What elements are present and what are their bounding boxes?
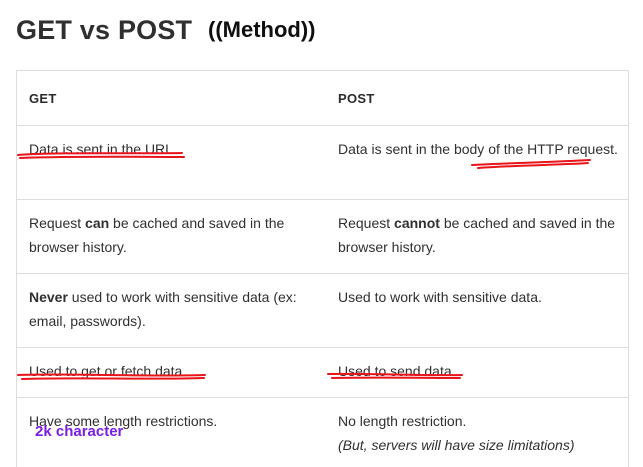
cell-emphasis: can	[85, 214, 110, 231]
table-header-row: GET POST	[17, 71, 628, 126]
post-cell: No length restriction. (But, servers will…	[326, 397, 628, 467]
cell-text: Data is sent in the URL.	[29, 140, 177, 157]
post-cell: Data is sent in the body of the HTTP req…	[326, 125, 628, 200]
page: GET vs POST ((Method)) GET POST Data is …	[0, 0, 643, 467]
cell-text: Used to send data.	[338, 362, 456, 379]
cell-text: Request	[29, 214, 86, 231]
method-annotation: ((Method))	[208, 17, 316, 42]
get-cell: Never used to work with sensitive data (…	[17, 273, 326, 348]
post-cell: Used to work with sensitive data.	[326, 273, 628, 348]
cell-text: used to work with sensitive data (ex: em…	[29, 288, 297, 329]
cell-text: No length restriction.	[338, 412, 467, 429]
comparison-table: GET POST Data is sent in the URL. Data i…	[17, 71, 628, 467]
cell-italic-note: (But, servers will have size limitations…	[338, 436, 575, 453]
page-title: GET vs POST	[16, 15, 193, 45]
get-cell: Data is sent in the URL.	[17, 125, 326, 200]
table-row: Data is sent in the URL. Data is sent in…	[17, 125, 628, 200]
cell-emphasis: cannot	[394, 214, 440, 231]
get-cell: Used to get or fetch data.	[17, 347, 326, 398]
column-header-post: POST	[326, 71, 628, 126]
cell-emphasis: Never	[29, 288, 68, 305]
table-row: Used to get or fetch data. Used to send …	[17, 347, 628, 398]
column-header-get: GET	[17, 71, 326, 126]
table-row: Never used to work with sensitive data (…	[17, 273, 628, 348]
cell-text: Used to get or fetch data.	[29, 362, 187, 379]
post-cell: Request cannot be cached and saved in th…	[326, 199, 628, 274]
cell-text: Used to work with sensitive data.	[338, 288, 542, 305]
table-row: Request can be cached and saved in the b…	[17, 199, 628, 274]
post-cell: Used to send data.	[326, 347, 628, 398]
character-limit-annotation: 2k character	[35, 423, 124, 440]
comparison-table-wrapper: GET POST Data is sent in the URL. Data i…	[16, 70, 629, 467]
cell-text: Request	[338, 214, 395, 231]
cell-text: Data is sent in the body of the HTTP req…	[338, 140, 618, 157]
get-cell: Request can be cached and saved in the b…	[17, 199, 326, 274]
